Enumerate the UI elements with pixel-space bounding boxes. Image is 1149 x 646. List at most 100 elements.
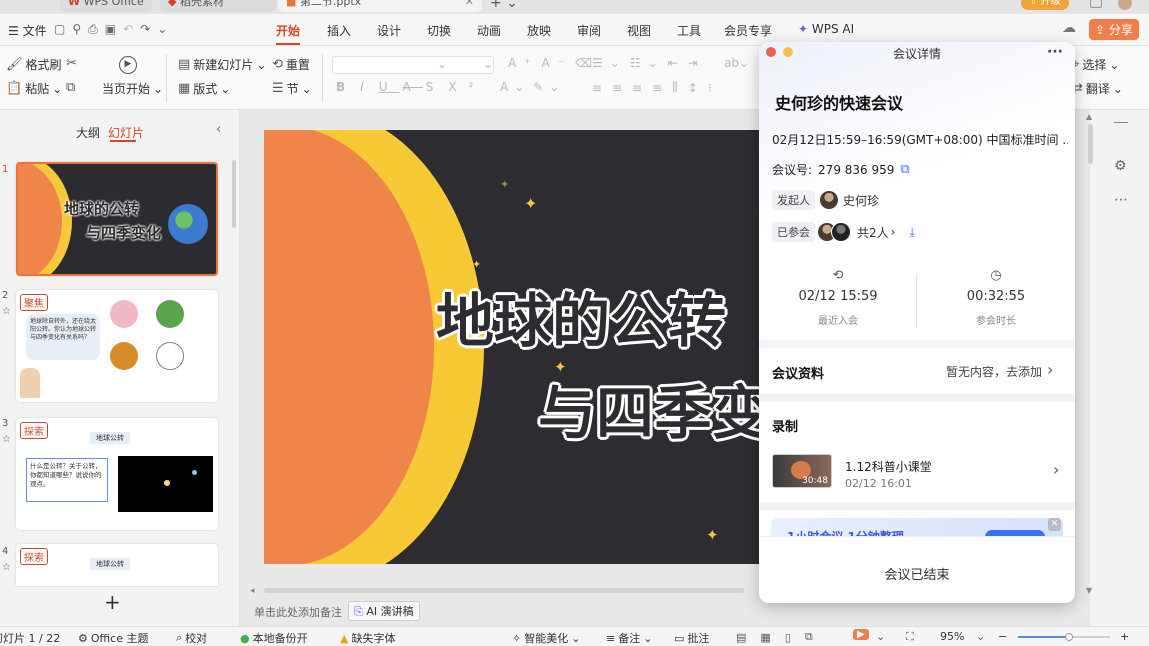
horizontal-scrollbar[interactable]: [264, 588, 744, 593]
scrollbar-thumb[interactable]: [232, 160, 236, 228]
more-options-icon[interactable]: ···: [1047, 44, 1063, 60]
copy-icon[interactable]: ⧉: [900, 162, 909, 177]
slide-canvas[interactable]: ✦ ✦ ✦ ✦ ✦ 地球的公转 与四季变化: [264, 130, 784, 564]
collapse-panel-icon[interactable]: ‹: [216, 122, 221, 137]
chevron-down-icon[interactable]: ⌄: [876, 630, 885, 643]
decrease-font-icon[interactable]: A⁻: [542, 56, 573, 70]
reset-button[interactable]: ⟲ 重置: [272, 56, 310, 73]
notes-placeholder[interactable]: 单击此处添加备注: [254, 604, 342, 620]
double-strike-icon[interactable]: S: [426, 80, 446, 94]
highlight-icon[interactable]: ✎⌄: [533, 80, 565, 94]
paragraph-icon[interactable]: ⁝: [708, 81, 719, 95]
close-banner-icon[interactable]: ✕: [1048, 518, 1061, 531]
zoom-slider[interactable]: [1018, 633, 1110, 641]
new-tab-icon[interactable]: + ⌄: [490, 0, 518, 11]
slide-thumbnail-4[interactable]: 探索 地球公转: [16, 544, 218, 586]
smart-beautify-button[interactable]: ✧ 智能美化 ⌄: [512, 630, 580, 646]
reading-view-icon[interactable]: ▯: [785, 631, 791, 644]
indent-increase-icon[interactable]: ⇥: [688, 56, 705, 70]
cloud-icon[interactable]: ☁: [1062, 20, 1076, 36]
bullet-list-icon[interactable]: ☰⌄: [592, 56, 627, 70]
tab-wps-office[interactable]: W WPS Office: [60, 0, 152, 12]
play-icon[interactable]: ▶: [119, 56, 137, 74]
copy-button[interactable]: ⧉: [66, 80, 75, 95]
tab-tools[interactable]: 工具: [677, 22, 701, 39]
tab-animations[interactable]: 动画: [477, 22, 501, 39]
window-layout-icon[interactable]: [1090, 0, 1102, 8]
slide-thumbnail-1[interactable]: 地球的公转 与四季变化: [16, 162, 218, 276]
normal-view-icon[interactable]: ▤: [736, 631, 746, 644]
star-icon[interactable]: ☆: [2, 562, 11, 573]
numbered-list-icon[interactable]: ☷⌄: [630, 56, 665, 70]
adjust-icon[interactable]: ⚙: [1114, 158, 1127, 174]
paste-button[interactable]: 📋 粘贴 ⌄: [6, 80, 62, 97]
bold-icon[interactable]: B: [336, 80, 357, 94]
tab-document[interactable]: ■ 第二节.pptx ✕: [278, 0, 482, 12]
line-spacing-icon[interactable]: ↕: [688, 81, 705, 95]
share-button[interactable]: ⇪ 分享: [1089, 19, 1139, 40]
comments-button[interactable]: ▭ 批注: [674, 630, 709, 646]
materials-action[interactable]: 暂无内容，去添加: [946, 363, 1042, 380]
text-direction-button[interactable]: ab⌄: [724, 56, 749, 70]
underline-icon[interactable]: U: [379, 80, 400, 94]
zoom-level[interactable]: 95%: [940, 630, 964, 643]
upgrade-button[interactable]: ⇧ 升级: [1021, 0, 1069, 10]
indent-decrease-icon[interactable]: ⇤: [668, 56, 685, 70]
participants-row[interactable]: 已参会 共2人 › ⤓: [772, 222, 915, 242]
backup-button[interactable]: ● 本地备份开: [240, 630, 308, 646]
theme-button[interactable]: ⚙ Office 主题: [78, 630, 148, 646]
font-color-icon[interactable]: A⌄: [500, 80, 530, 94]
align-right-icon[interactable]: ≡: [632, 81, 649, 95]
missing-font-button[interactable]: ▲ 缺失字体: [340, 630, 395, 646]
promo-banner[interactable]: 1小时会议 1分钟整理: [771, 518, 1063, 536]
increase-font-icon[interactable]: A⁺: [508, 56, 539, 70]
wps-ai-button[interactable]: ✦ WPS AI: [798, 22, 854, 36]
tab-slides[interactable]: 幻灯片: [108, 124, 144, 141]
slide-thumbnail-3[interactable]: 探索 地球公转 什么是公转？关于公转，你都知道哪些？说说你的观点。: [16, 418, 218, 530]
download-icon[interactable]: ⤓: [909, 225, 914, 240]
tab-docer[interactable]: ◆ 稻壳素材: [160, 0, 276, 12]
font-name-select[interactable]: ⌄ ⌄: [332, 56, 494, 74]
chevron-down-icon[interactable]: ⌄: [976, 630, 985, 643]
align-center-icon[interactable]: ≡: [612, 81, 629, 95]
user-avatar[interactable]: [1118, 0, 1132, 10]
undo-icon[interactable]: ↶: [123, 22, 140, 36]
play-slideshow-button[interactable]: ▶: [853, 629, 869, 640]
zoom-out-icon[interactable]: −: [998, 630, 1007, 643]
scroll-down-icon[interactable]: ▼: [1086, 586, 1092, 595]
zoom-slider-thumb[interactable]: [1064, 633, 1073, 641]
recording-item[interactable]: 30:48 1.12科普小课堂 02/12 16:01 ›: [759, 448, 1075, 494]
more-icon[interactable]: ⋯: [1114, 192, 1128, 208]
more-dropdown-icon[interactable]: ⌄: [157, 22, 174, 36]
cut-button[interactable]: ✂: [66, 56, 77, 71]
minimize-panel-icon[interactable]: [1114, 122, 1128, 123]
print-preview-icon[interactable]: ▣: [105, 22, 123, 36]
select-button[interactable]: ⌖ 选择 ⌄: [1072, 56, 1119, 73]
notes-button[interactable]: ≡ 备注 ⌄: [606, 630, 652, 646]
tab-outline[interactable]: 大纲: [76, 124, 100, 141]
print-icon[interactable]: ⎙: [88, 22, 105, 36]
distribute-icon[interactable]: ⫼: [672, 80, 685, 95]
scroll-left-icon[interactable]: ◂: [250, 586, 255, 596]
proofread-button[interactable]: ⌕ 校对: [176, 630, 207, 646]
scroll-up-icon[interactable]: ▲: [1086, 112, 1092, 121]
tab-home[interactable]: 开始: [276, 22, 300, 39]
justify-icon[interactable]: ≡: [652, 81, 669, 95]
new-slide-button[interactable]: ▤ 新建幻灯片 ⌄: [178, 56, 266, 73]
presenter-view-icon[interactable]: ⧉: [805, 630, 813, 644]
redo-icon[interactable]: ↷: [140, 22, 157, 36]
tab-transitions[interactable]: 切换: [427, 22, 451, 39]
tab-review[interactable]: 审阅: [577, 22, 601, 39]
align-left-icon[interactable]: ≡: [592, 81, 609, 95]
zoom-in-icon[interactable]: +: [1120, 630, 1129, 643]
add-slide-button[interactable]: +: [104, 590, 121, 614]
share-link-icon[interactable]: ⚲: [72, 22, 88, 36]
file-menu[interactable]: ☰ 文件: [8, 22, 47, 39]
fit-window-icon[interactable]: ⛶: [906, 630, 914, 644]
layout-button[interactable]: ▦ 版式 ⌄: [178, 80, 230, 97]
ai-script-button[interactable]: ⎘ AI 演讲稿: [348, 601, 420, 621]
close-tab-icon[interactable]: ✕: [465, 0, 474, 10]
tab-member[interactable]: 会员专享: [724, 22, 772, 39]
tab-view[interactable]: 视图: [627, 22, 651, 39]
tab-slideshow[interactable]: 放映: [527, 22, 551, 39]
